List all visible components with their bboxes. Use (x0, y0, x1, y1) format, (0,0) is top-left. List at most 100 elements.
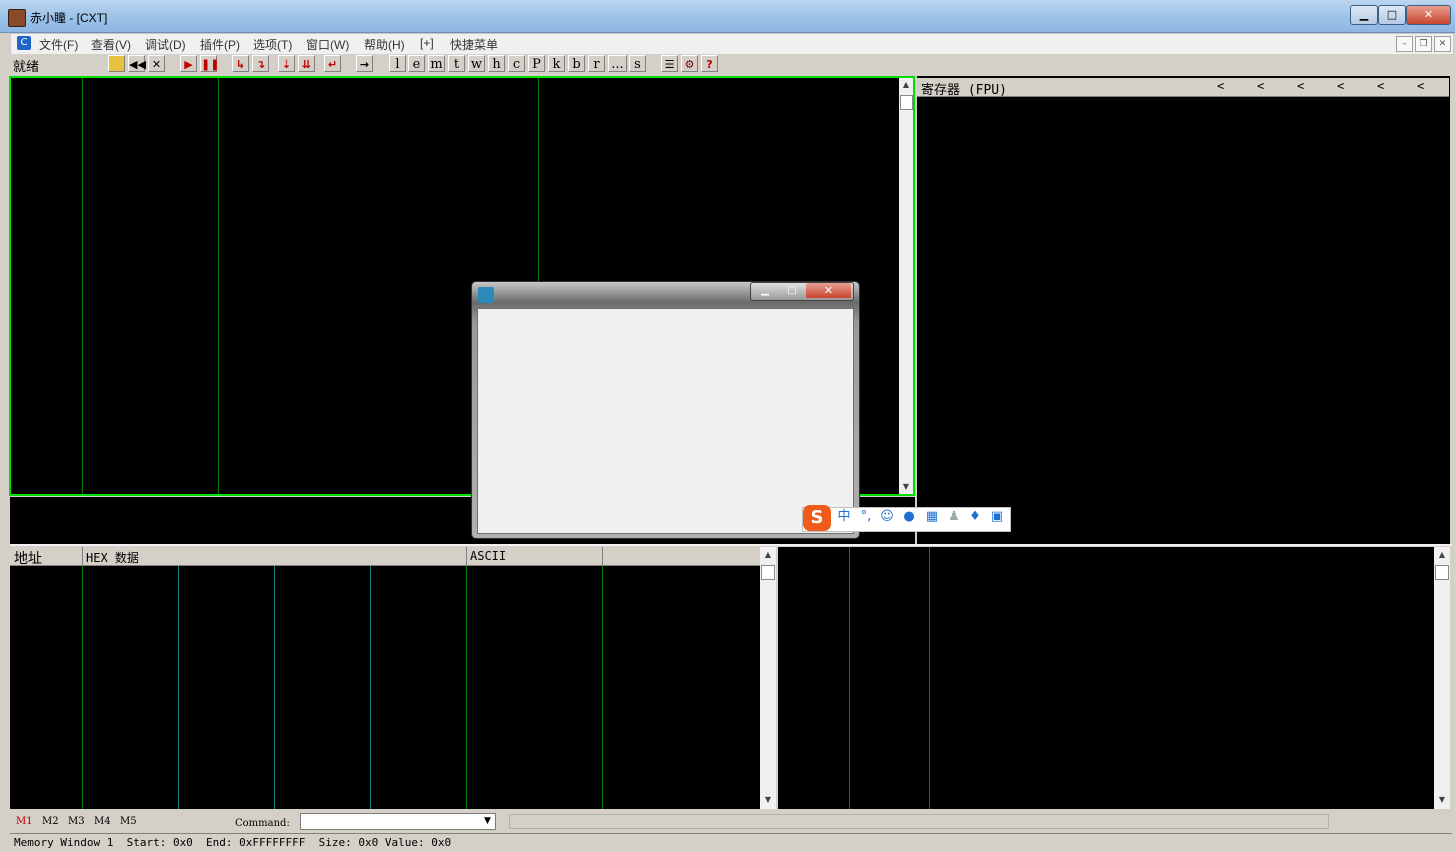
dump-col-ascii[interactable]: ASCII (470, 549, 506, 563)
register-arrow[interactable]: < (1217, 79, 1224, 93)
list-icon[interactable]: ☰ (661, 55, 678, 72)
ime-logo[interactable]: S (803, 505, 831, 531)
maximize-button[interactable]: □ (1378, 5, 1406, 25)
source-button[interactable]: s (629, 55, 646, 72)
scroll-down-arrow[interactable]: ▼ (1434, 795, 1450, 804)
pause-icon[interactable]: ❚❚ (200, 55, 219, 72)
memory-tab-m4[interactable]: M4 (94, 816, 111, 827)
memory-button[interactable]: m (428, 55, 445, 72)
scroll-thumb[interactable] (900, 95, 913, 110)
stack-scrollbar[interactable] (1434, 547, 1450, 809)
dump-col-address[interactable]: 地址 (14, 548, 42, 568)
restart-icon[interactable]: ◀◀ (128, 55, 146, 72)
toolbox-icon[interactable]: ▣ (990, 510, 1004, 524)
keyboard-icon[interactable]: ▦ (924, 510, 940, 524)
goto-icon[interactable]: → (356, 55, 373, 72)
patches-button[interactable]: P (528, 55, 545, 72)
stack-pane[interactable] (778, 547, 1434, 809)
header-divider (466, 547, 467, 565)
ime-punctuation-toggle[interactable]: °, (857, 510, 875, 524)
column-divider (929, 547, 930, 809)
scroll-down-arrow[interactable]: ▼ (760, 795, 776, 804)
mdi-restore-button[interactable]: ❐ (1415, 36, 1432, 52)
column-divider (218, 78, 219, 494)
splitter[interactable] (10, 544, 1452, 546)
menu-shortcuts[interactable]: 快捷菜单 (450, 36, 498, 53)
help-button[interactable]: ? (701, 55, 718, 72)
dump-scrollbar[interactable] (760, 547, 776, 809)
modules-button[interactable]: e (408, 55, 425, 72)
register-arrow[interactable]: < (1337, 79, 1344, 93)
step-into-icon[interactable]: ↳ (232, 55, 249, 72)
mdi-child-icon[interactable]: C (17, 36, 31, 50)
ime-mode-toggle[interactable]: 中 (837, 510, 851, 524)
menu-plugins[interactable]: 插件(P) (200, 36, 240, 53)
memory-tab-m2[interactable]: M2 (42, 816, 59, 827)
minimize-button[interactable]: ▁ (1350, 5, 1378, 25)
close-process-icon[interactable]: ✕ (148, 55, 165, 72)
memory-tab-m5[interactable]: M5 (120, 816, 137, 827)
column-divider (849, 547, 850, 809)
log-window-button[interactable]: l (389, 55, 406, 72)
menu-debug[interactable]: 调试(D) (145, 36, 186, 53)
menu-file[interactable]: 文件(F) (39, 36, 78, 53)
memory-tab-m3[interactable]: M3 (68, 816, 85, 827)
dump-pane[interactable] (10, 547, 760, 809)
scroll-up-arrow[interactable]: ▲ (1434, 550, 1450, 559)
handles-button[interactable]: h (488, 55, 505, 72)
menu-help[interactable]: 帮助(H) (364, 36, 405, 53)
mdi-close-button[interactable]: ✕ (1434, 36, 1451, 52)
floating-close-button[interactable]: ✕ (806, 283, 851, 298)
header-divider (82, 547, 83, 565)
chevron-down-icon[interactable]: ▼ (480, 814, 495, 829)
run-trace-button[interactable]: ... (608, 55, 627, 72)
windows-button[interactable]: w (468, 55, 485, 72)
registers-header[interactable]: 寄存器 (FPU) < < < < < < (917, 78, 1449, 98)
breakpoints-button[interactable]: b (568, 55, 585, 72)
open-icon[interactable] (108, 55, 125, 72)
register-arrow[interactable]: < (1417, 79, 1424, 93)
references-button[interactable]: r (588, 55, 605, 72)
command-input[interactable] (300, 813, 496, 830)
mdi-minimize-button[interactable]: – (1396, 36, 1413, 52)
column-divider (82, 566, 83, 809)
menu-window[interactable]: 窗口(W) (306, 36, 349, 53)
scroll-up-arrow[interactable]: ▲ (899, 80, 913, 89)
scroll-thumb[interactable] (761, 565, 775, 580)
threads-button[interactable]: t (448, 55, 465, 72)
trace-over-icon[interactable]: ⇊ (298, 55, 315, 72)
close-button[interactable]: ✕ (1406, 5, 1451, 25)
scroll-up-arrow[interactable]: ▲ (760, 550, 776, 559)
register-arrow[interactable]: < (1377, 79, 1384, 93)
floating-minimize-button[interactable]: ▁ (752, 283, 778, 298)
execute-till-return-icon[interactable]: ↵ (324, 55, 341, 72)
settings-icon[interactable]: ⚙ (681, 55, 698, 72)
register-arrow[interactable]: < (1297, 79, 1304, 93)
skin-icon[interactable]: ♦ (968, 510, 982, 524)
header-divider (602, 547, 603, 565)
call-stack-button[interactable]: k (548, 55, 565, 72)
trace-into-icon[interactable]: ⇣ (278, 55, 295, 72)
registers-pane[interactable] (917, 76, 1450, 544)
step-over-icon[interactable]: ↴ (252, 55, 269, 72)
register-arrow[interactable]: < (1257, 79, 1264, 93)
menu-plus[interactable]: [+] (420, 36, 434, 50)
user-icon[interactable]: ♟ (947, 510, 961, 524)
menu-view[interactable]: 查看(V) (91, 36, 131, 53)
registers-title: 寄存器 (FPU) (921, 83, 1007, 98)
emoji-icon[interactable]: ☺ (880, 510, 894, 524)
floating-window-client[interactable] (477, 308, 854, 534)
dump-col-hex[interactable]: HEX 数据 (86, 549, 139, 566)
floating-maximize-button[interactable]: □ (779, 283, 805, 298)
run-icon[interactable]: ▶ (180, 55, 197, 72)
title-bar[interactable] (0, 0, 1455, 33)
disassembly-scrollbar[interactable] (899, 78, 913, 494)
scroll-thumb[interactable] (1435, 565, 1449, 580)
floating-window-icon (478, 287, 494, 303)
scroll-down-arrow[interactable]: ▼ (899, 482, 913, 491)
memory-tab-m1[interactable]: M1 (16, 816, 33, 827)
command-label: Command: (235, 818, 290, 829)
cpu-button[interactable]: c (508, 55, 525, 72)
mic-icon[interactable]: ● (902, 510, 916, 524)
menu-options[interactable]: 选项(T) (253, 36, 292, 53)
